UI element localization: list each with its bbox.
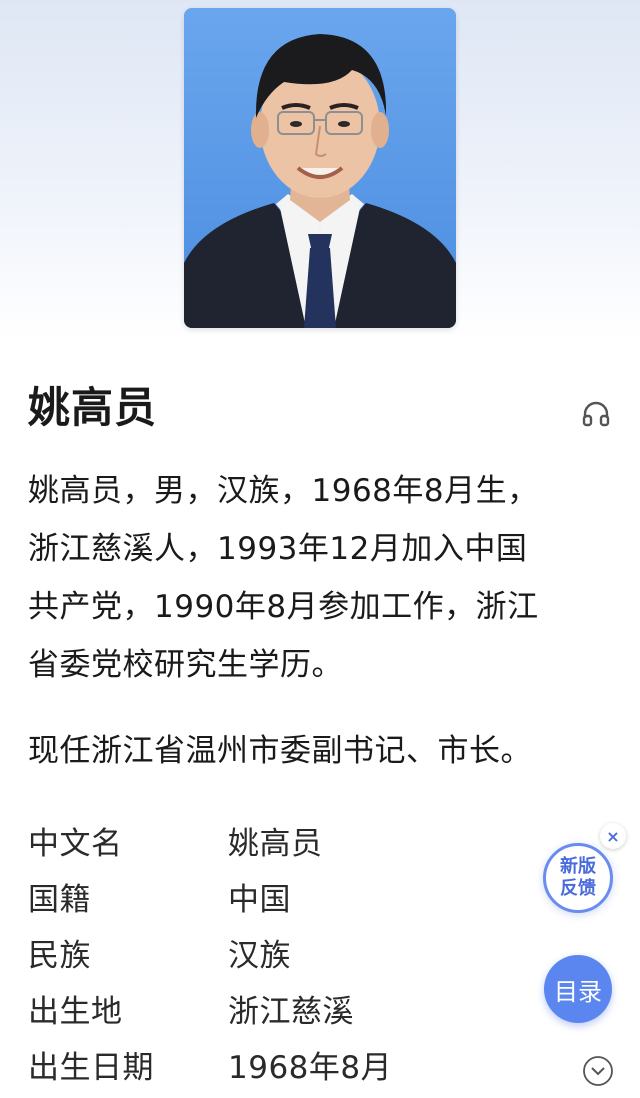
feedback-label-line1: 新版 bbox=[560, 856, 596, 877]
info-row-chinese-name: 中文名 姚高员 bbox=[28, 812, 528, 868]
headphones-icon bbox=[582, 401, 610, 427]
current-role-text: 现任浙江省温州市委副书记、市长。 bbox=[28, 733, 532, 769]
info-row-ethnicity: 民族 汉族 bbox=[28, 924, 528, 980]
info-row-birthplace: 出生地 浙江慈溪 bbox=[28, 980, 528, 1036]
summary-paragraph: 姚高员，男，汉族，1968年8月生， 浙江慈溪人，1993年12月加入中国 共产… bbox=[28, 462, 608, 694]
table-of-contents-button[interactable]: 目录 bbox=[544, 955, 612, 1023]
info-key: 中文名 bbox=[28, 825, 123, 862]
info-row-nationality: 国籍 中国 bbox=[28, 868, 528, 924]
info-key: 国籍 bbox=[28, 881, 91, 918]
info-value: 中国 bbox=[228, 881, 291, 918]
audio-play-button[interactable] bbox=[578, 396, 614, 430]
info-value: 1968年8月 bbox=[228, 1049, 393, 1086]
info-key: 出生地 bbox=[28, 993, 123, 1030]
portrait-photo[interactable] bbox=[184, 8, 456, 328]
info-value: 姚高员 bbox=[228, 825, 323, 862]
summary-line: 共产党，1990年8月参加工作，浙江 bbox=[28, 589, 539, 625]
expand-more-button[interactable] bbox=[582, 1055, 614, 1087]
summary-line: 姚高员，男，汉族，1968年8月生， bbox=[28, 473, 539, 509]
info-value: 汉族 bbox=[228, 937, 291, 974]
feedback-label-line2: 反馈 bbox=[560, 878, 596, 899]
portrait-illustration bbox=[184, 8, 456, 328]
summary-line: 省委党校研究生学历。 bbox=[28, 647, 343, 683]
info-row-birthdate: 出生日期 1968年8月 bbox=[28, 1036, 528, 1092]
info-value: 浙江慈溪 bbox=[228, 993, 354, 1030]
summary-line: 浙江慈溪人，1993年12月加入中国 bbox=[28, 531, 528, 567]
info-key: 出生日期 bbox=[28, 1049, 154, 1086]
info-key: 民族 bbox=[28, 937, 91, 974]
chevron-down-icon bbox=[583, 1056, 613, 1086]
page-title: 姚高员 bbox=[28, 383, 158, 432]
close-icon[interactable]: × bbox=[600, 823, 626, 849]
basic-info-table: 中文名 姚高员 国籍 中国 民族 汉族 出生地 浙江慈溪 出生日期 1968年8… bbox=[28, 812, 528, 1092]
feedback-button[interactable]: 新版 反馈 bbox=[543, 843, 613, 913]
